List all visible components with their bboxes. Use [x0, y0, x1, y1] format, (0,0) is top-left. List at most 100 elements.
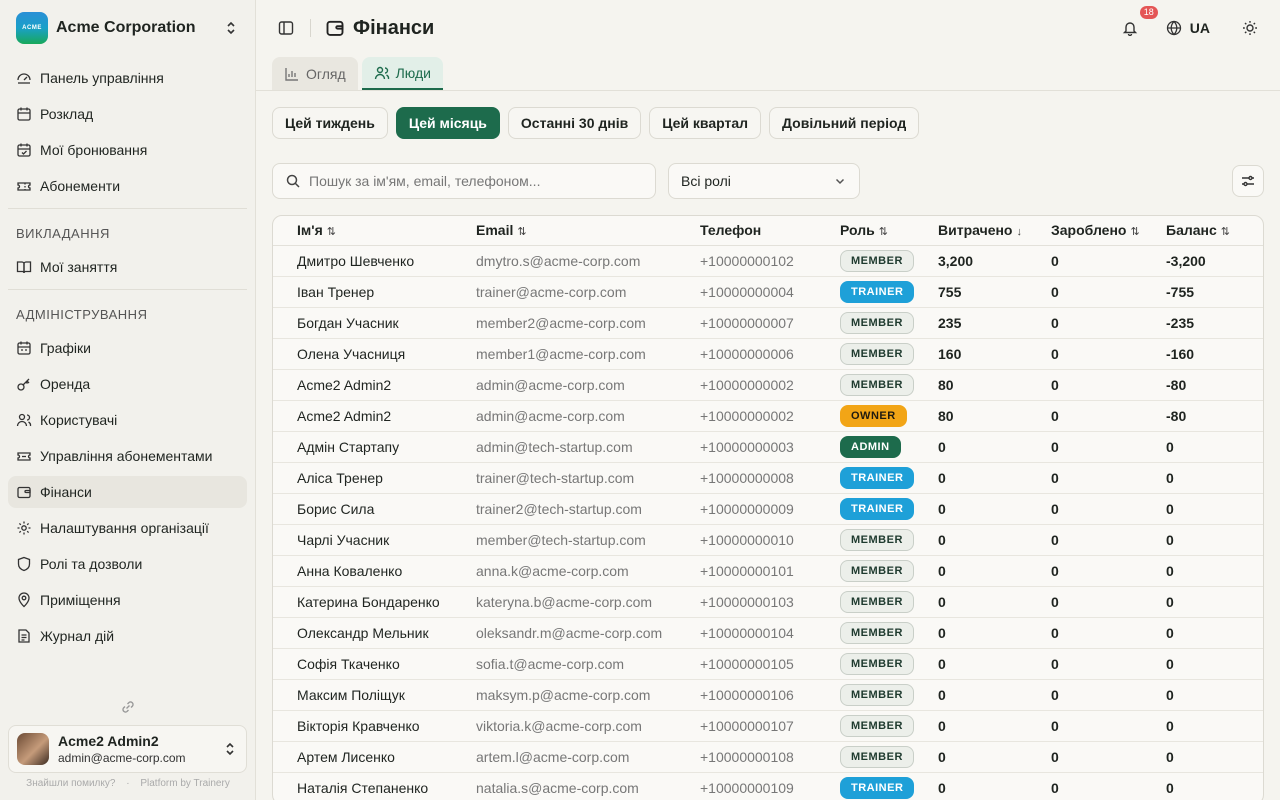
role-badge: MEMBER: [840, 559, 914, 582]
tab-overview[interactable]: Огляд: [272, 57, 358, 90]
role-badge: MEMBER: [840, 342, 914, 365]
sidebar-item-roles[interactable]: Ролі та дозволи: [8, 548, 247, 580]
column-settings-button[interactable]: [1232, 165, 1264, 197]
page-title-text: Фінанси: [353, 16, 435, 39]
cell-phone: +10000000010: [676, 524, 816, 556]
shield-icon: [17, 556, 31, 572]
cell-spent: 80: [914, 400, 1027, 432]
cell-spent: 0: [914, 586, 1027, 618]
column-header-role[interactable]: Роль ⇅: [816, 216, 914, 246]
globe-icon: [1166, 20, 1181, 36]
table-row[interactable]: Іван Тренер trainer@acme-corp.com +1000000…: [273, 276, 1263, 308]
report-bug-link[interactable]: Знайшли помилку?: [26, 778, 115, 789]
cell-spent: 0: [914, 617, 1027, 649]
cell-name: Олена Учасниця: [273, 338, 452, 370]
period-last-30-days-button[interactable]: Останні 30 днів: [507, 107, 642, 139]
sidebar-item-schedules[interactable]: Графіки: [8, 332, 247, 364]
toggle-sidebar-button[interactable]: [272, 14, 300, 42]
role-badge: MEMBER: [840, 373, 914, 396]
table-row[interactable]: Максим Поліщук maksym.p@acme-corp.com +100…: [273, 679, 1263, 711]
search-input[interactable]: Пошук за ім'ям, email, телефоном...: [272, 163, 656, 199]
cell-role: MEMBER: [816, 338, 914, 370]
table-row[interactable]: Acme2 Admin2 admin@acme-corp.com +10000000…: [273, 369, 1263, 401]
notifications-button[interactable]: 18: [1116, 6, 1158, 42]
sun-icon: [1243, 21, 1257, 35]
cell-phone: +10000000104: [676, 617, 816, 649]
period-custom-button[interactable]: Довільний період: [769, 107, 920, 139]
column-header-earned[interactable]: Зароблено ⇅: [1027, 216, 1142, 246]
tab-people[interactable]: Люди: [361, 57, 443, 90]
table-row[interactable]: Олександр Мельник oleksandr.m@acme-corp.c…: [273, 617, 1263, 649]
period-this-week-button[interactable]: Цей тиждень: [272, 107, 388, 139]
table-row[interactable]: Наталія Степаненко natalia.s@acme-corp.co…: [273, 772, 1263, 800]
sidebar-item-bookings[interactable]: Мої бронювання: [8, 134, 247, 166]
table-row[interactable]: Вікторія Кравченко viktoria.k@acme-corp.c…: [273, 710, 1263, 742]
period-this-month-button[interactable]: Цей місяць: [395, 107, 500, 139]
cell-phone: +10000000002: [676, 369, 816, 401]
table-row[interactable]: Адмін Стартапу admin@tech-startup.com +100…: [273, 431, 1263, 463]
table-header-row: Ім'я ⇅ Email ⇅ Телефон Роль ⇅ Витрачено ↓ За…: [273, 216, 1263, 246]
sidebar-item-dashboard[interactable]: Панель управління: [8, 62, 247, 94]
column-header-spent[interactable]: Витрачено ↓: [914, 216, 1027, 246]
language-label: UA: [1189, 20, 1210, 36]
period-this-quarter-button[interactable]: Цей квартал: [649, 107, 762, 139]
table-row[interactable]: Артем Лисенко artem.l@acme-corp.com +10000…: [273, 741, 1263, 773]
chevron-up-down-icon[interactable]: [223, 20, 239, 36]
cell-spent: 0: [914, 710, 1027, 742]
user-menu[interactable]: Acme2 Admin2 admin@acme-corp.com: [8, 725, 247, 773]
tab-bar: Огляд Люди: [256, 56, 1280, 91]
role-badge: MEMBER: [840, 249, 914, 272]
cell-balance: 0: [1142, 431, 1263, 463]
table-row[interactable]: Чарлі Учасник member@tech-startup.com +100…: [273, 524, 1263, 556]
sidebar-item-rent[interactable]: Оренда: [8, 368, 247, 400]
sidebar-item-activity-log[interactable]: Журнал дій: [8, 620, 247, 652]
chevron-up-down-icon[interactable]: [222, 741, 238, 757]
column-header-name[interactable]: Ім'я ⇅: [273, 216, 452, 246]
sort-icon: ⇅: [326, 226, 336, 239]
cell-balance: 0: [1142, 772, 1263, 800]
sidebar-item-schedule[interactable]: Розклад: [8, 98, 247, 130]
cell-phone: +10000000004: [676, 276, 816, 308]
cell-name: Анна Коваленко: [273, 555, 452, 587]
sidebar-item-org-settings[interactable]: Налаштування організації: [8, 512, 247, 544]
table-row[interactable]: Борис Сила trainer2@tech-startup.com +1000…: [273, 493, 1263, 525]
org-switcher[interactable]: ACME Acme Corporation: [0, 0, 255, 56]
sidebar-item-users[interactable]: Користувачі: [8, 404, 247, 436]
cell-name: Дмитро Шевченко: [273, 245, 452, 277]
cell-earned: 0: [1027, 524, 1142, 556]
sidebar-item-premises[interactable]: Приміщення: [8, 584, 247, 616]
table-row[interactable]: Аліса Тренер trainer@tech-startup.com +100…: [273, 462, 1263, 494]
cell-earned: 0: [1027, 245, 1142, 277]
table-row[interactable]: Софія Ткаченко sofia.t@acme-corp.com +1000…: [273, 648, 1263, 680]
sidebar-item-my-classes[interactable]: Мої заняття: [8, 251, 247, 283]
role-badge: TRAINER: [840, 466, 914, 489]
table-row[interactable]: Олена Учасниця member1@acme-corp.com +1000…: [273, 338, 1263, 370]
theme-toggle-button[interactable]: [1236, 14, 1264, 42]
cell-role: MEMBER: [816, 307, 914, 339]
cell-earned: 0: [1027, 307, 1142, 339]
table-row[interactable]: Acme2 Admin2 admin@acme-corp.com +10000000…: [273, 400, 1263, 432]
platform-link[interactable]: Platform by Trainery: [140, 778, 229, 789]
sidebar-item-label: Графіки: [40, 340, 91, 356]
cell-spent: 0: [914, 524, 1027, 556]
cell-role: TRAINER: [816, 772, 914, 800]
link-icon[interactable]: [119, 698, 137, 716]
cell-earned: 0: [1027, 741, 1142, 773]
table-row[interactable]: Анна Коваленко anna.k@acme-corp.com +10000…: [273, 555, 1263, 587]
sidebar-item-memberships[interactable]: Абонементи: [8, 170, 247, 202]
table-row[interactable]: Катерина Бондаренко kateryna.b@acme-corp.…: [273, 586, 1263, 618]
sidebar-toggle-icon: [278, 21, 294, 35]
cell-name: Вікторія Кравченко: [273, 710, 452, 742]
cell-spent: 755: [914, 276, 1027, 308]
table-row[interactable]: Дмитро Шевченко dmytro.s@acme-corp.com +10…: [273, 245, 1263, 277]
column-header-balance[interactable]: Баланс ⇅: [1142, 216, 1263, 246]
cell-spent: 160: [914, 338, 1027, 370]
location-icon: [18, 592, 30, 608]
cell-name: Acme2 Admin2: [273, 400, 452, 432]
role-filter-select[interactable]: Всі ролі: [668, 163, 860, 199]
language-switcher[interactable]: UA: [1166, 20, 1210, 36]
sidebar-item-finance[interactable]: Фінанси: [8, 476, 247, 508]
table-row[interactable]: Богдан Учасник member2@acme-corp.com +1000…: [273, 307, 1263, 339]
sidebar-item-membership-management[interactable]: Управління абонементами: [8, 440, 247, 472]
column-header-email[interactable]: Email ⇅: [452, 216, 676, 246]
